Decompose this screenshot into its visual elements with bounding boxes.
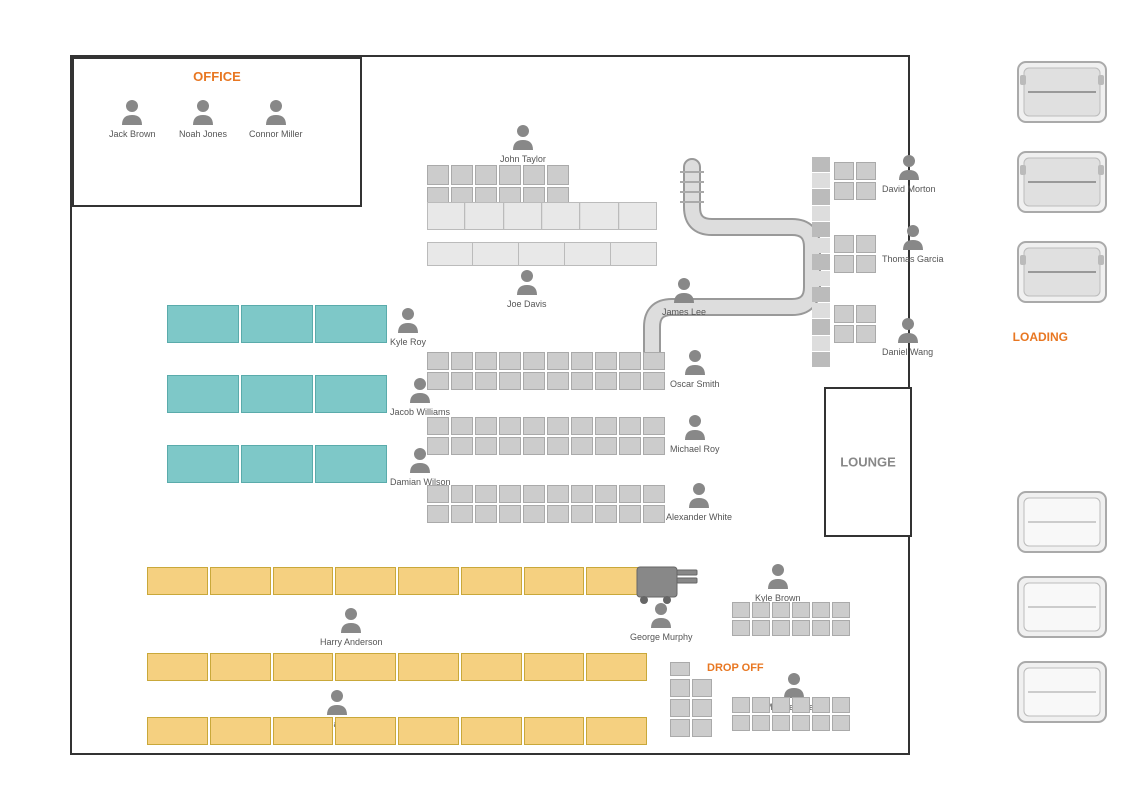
vehicle-4 xyxy=(1016,490,1108,555)
gray-grid-oscar xyxy=(427,352,665,390)
shelf-cell xyxy=(167,305,239,343)
floor-plan: OFFICE Jack Brown Noah Jones xyxy=(0,0,1123,800)
vehicle-3 xyxy=(1016,240,1108,305)
blue-shelf-1 xyxy=(167,305,387,343)
person-icon xyxy=(323,687,351,717)
yellow-shelf-harry xyxy=(147,567,647,595)
person-icon xyxy=(780,670,808,700)
forklift-icon xyxy=(632,562,712,607)
person-name: Jacob Williams xyxy=(390,407,450,417)
gray-grid-alexander xyxy=(427,485,665,523)
gray-grid-michael-evans-2 xyxy=(772,697,850,731)
person-icon xyxy=(513,267,541,297)
gray-grid-right-2 xyxy=(834,235,876,273)
shelf-cell xyxy=(315,305,387,343)
vehicle-svg xyxy=(1016,490,1108,555)
lounge-area: LOUNGE xyxy=(824,387,912,537)
person-name: John Taylor xyxy=(500,154,546,164)
person-icon xyxy=(337,605,365,635)
person-name: Connor Miller xyxy=(249,129,303,139)
shelf-cell xyxy=(241,445,313,483)
main-floor-area: OFFICE Jack Brown Noah Jones xyxy=(70,55,910,755)
vehicle-svg xyxy=(1016,240,1108,305)
vehicle-svg xyxy=(1016,660,1108,725)
blue-shelf-3 xyxy=(167,445,387,483)
shelf-cell xyxy=(315,375,387,413)
vehicle-1 xyxy=(1016,60,1108,125)
person-icon xyxy=(509,122,537,152)
dropoff-label: DROP OFF xyxy=(707,662,764,674)
person-alexander-white: Alexander White xyxy=(666,480,732,522)
blue-shelf-2 xyxy=(167,375,387,413)
person-name: Jack Brown xyxy=(109,129,156,139)
person-noah-jones: Noah Jones xyxy=(179,97,227,139)
shelf-cell xyxy=(167,445,239,483)
person-thomas-garcia: Thomas Garcia xyxy=(882,222,944,264)
person-kyle-roy: Kyle Roy xyxy=(390,305,426,347)
vehicle-svg xyxy=(1016,60,1108,125)
person-name: James Lee xyxy=(662,307,706,317)
gray-grid-top xyxy=(427,165,569,207)
person-icon xyxy=(895,152,923,182)
person-michael-roy: Michael Roy xyxy=(670,412,720,454)
person-joe-davis: Joe Davis xyxy=(507,267,547,309)
shelf-row-empty xyxy=(427,242,657,266)
person-connor-miller: Connor Miller xyxy=(249,97,303,139)
shelf-cell xyxy=(241,305,313,343)
shelf-cell xyxy=(315,445,387,483)
conveyor-top xyxy=(427,202,657,230)
person-icon xyxy=(764,561,792,591)
gray-grid-right-1 xyxy=(834,162,876,200)
person-john-taylor: John Taylor xyxy=(500,122,546,164)
vehicle-6 xyxy=(1016,660,1108,725)
person-name: Thomas Garcia xyxy=(882,254,944,264)
dropoff-single-box xyxy=(670,662,690,676)
dropoff-boxes xyxy=(670,679,712,737)
person-name: Oscar Smith xyxy=(670,379,720,389)
person-name: Joe Davis xyxy=(507,299,547,309)
person-icon xyxy=(394,305,422,335)
person-icon xyxy=(681,347,709,377)
person-name: Daniel Wang xyxy=(882,347,933,357)
person-name: George Murphy xyxy=(630,632,693,642)
loading-label: LOADING xyxy=(1013,330,1068,344)
person-name: David Morton xyxy=(882,184,936,194)
person-james-lee: James Lee xyxy=(662,275,706,317)
person-name: Michael Roy xyxy=(670,444,720,454)
person-oscar-smith: Oscar Smith xyxy=(670,347,720,389)
person-icon xyxy=(899,222,927,252)
gray-grid-michael xyxy=(427,417,665,455)
yellow-shelf-ethan-bottom xyxy=(147,717,647,745)
shelf-cell xyxy=(167,375,239,413)
conveyor-belt-path xyxy=(632,157,832,377)
person-name: Noah Jones xyxy=(179,129,227,139)
gray-grid-right-3 xyxy=(834,305,876,343)
person-name: Harry Anderson xyxy=(320,637,383,647)
gray-grid-kyle-brown-2 xyxy=(772,602,850,636)
vehicle-5 xyxy=(1016,575,1108,640)
office-area: OFFICE Jack Brown Noah Jones xyxy=(72,57,362,207)
person-name: Alexander White xyxy=(666,512,732,522)
person-name: Kyle Roy xyxy=(390,337,426,347)
person-harry-anderson: Harry Anderson xyxy=(320,605,383,647)
lounge-label: LOUNGE xyxy=(840,455,896,470)
person-icon xyxy=(262,97,290,127)
person-icon xyxy=(670,275,698,305)
yellow-shelf-ethan-top xyxy=(147,653,647,681)
vehicle-svg xyxy=(1016,150,1108,215)
person-kyle-brown: Kyle Brown xyxy=(755,561,801,603)
shelf-cell xyxy=(241,375,313,413)
person-daniel-wang: Daniel Wang xyxy=(882,315,933,357)
person-icon xyxy=(685,480,713,510)
office-label: OFFICE xyxy=(193,69,241,84)
person-jack-brown: Jack Brown xyxy=(109,97,156,139)
vehicle-2 xyxy=(1016,150,1108,215)
person-icon xyxy=(118,97,146,127)
person-icon xyxy=(681,412,709,442)
person-icon xyxy=(189,97,217,127)
person-icon xyxy=(894,315,922,345)
wall-stripes xyxy=(812,157,830,367)
person-david-morton: David Morton xyxy=(882,152,936,194)
vehicle-svg xyxy=(1016,575,1108,640)
